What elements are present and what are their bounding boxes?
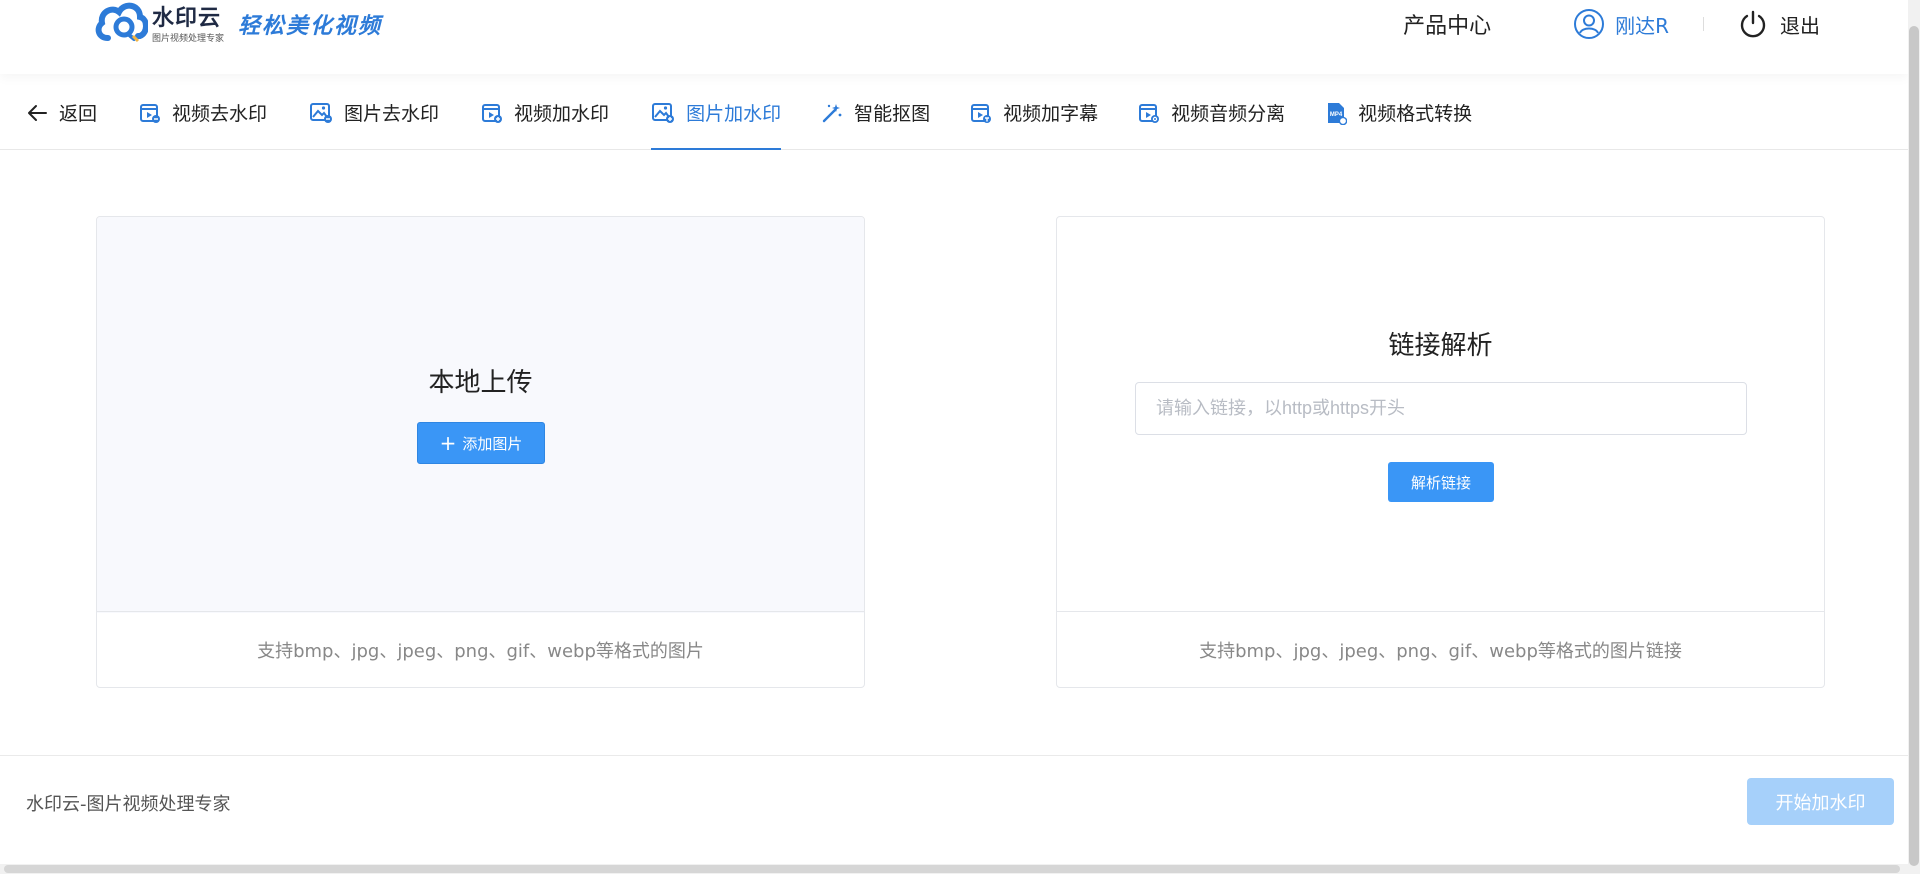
video-add-icon xyxy=(482,103,503,123)
link-url-input[interactable] xyxy=(1135,382,1747,435)
footer-brand-text: 水印云-图片视频处理专家 xyxy=(26,794,231,815)
add-image-label: 添加图片 xyxy=(462,434,523,453)
tab-label: 图片去水印 xyxy=(344,103,440,125)
svg-text:MP4: MP4 xyxy=(1330,112,1343,118)
logo[interactable]: 水印云 图片视频处理专家 轻松美化视频 xyxy=(94,0,382,50)
image-add-icon xyxy=(652,102,675,123)
logo-brand: 水印云 xyxy=(152,6,222,31)
horizontal-scrollbar[interactable] xyxy=(0,864,1908,874)
image-icon xyxy=(310,102,333,123)
tab-video-subtitle[interactable]: 视频加字幕 xyxy=(970,76,1098,150)
tab-smart-cutout[interactable]: 智能抠图 xyxy=(821,76,930,150)
tool-tabs: 返回 视频去水印 图片去水印 视频加水印 图片加水印 智能抠图 视频加字幕 视频… xyxy=(0,76,1908,150)
parse-link-button[interactable]: 解析链接 xyxy=(1388,462,1494,502)
mp4-file-icon: MP4 xyxy=(1328,102,1348,125)
user-name: 刚达R xyxy=(1615,13,1669,38)
tab-video-audio-split[interactable]: 视频音频分离 xyxy=(1138,76,1285,150)
tab-label: 图片加水印 xyxy=(686,103,782,125)
tab-label: 视频加水印 xyxy=(514,103,610,125)
tab-label: 视频去水印 xyxy=(172,103,268,125)
product-center-link[interactable]: 产品中心 xyxy=(1403,8,1491,40)
bottom-action-bar: 水印云-图片视频处理专家 开始加水印 xyxy=(0,755,1908,865)
vertical-scrollbar[interactable] xyxy=(1908,0,1920,874)
video-audio-icon xyxy=(1139,103,1160,123)
video-subtitle-icon xyxy=(971,103,992,123)
add-image-button[interactable]: + 添加图片 xyxy=(417,422,545,464)
link-parse-panel: 链接解析 解析链接 支持bmp、jpg、jpeg、png、gif、webp等格式… xyxy=(1056,216,1825,688)
upload-dropzone[interactable]: 本地上传 + 添加图片 xyxy=(97,217,864,613)
link-parse-title: 链接解析 xyxy=(1388,331,1493,361)
tab-label: 视频加字幕 xyxy=(1003,103,1099,125)
cloud-logo-icon xyxy=(94,0,149,46)
local-upload-panel: 本地上传 + 添加图片 支持bmp、jpg、jpeg、png、gif、webp等… xyxy=(96,216,865,688)
header-divider xyxy=(1703,17,1704,31)
horizontal-scrollbar-thumb[interactable] xyxy=(4,865,1900,873)
tab-image-remove-watermark[interactable]: 图片去水印 xyxy=(309,76,439,150)
tab-image-add-watermark[interactable]: 图片加水印 xyxy=(651,76,782,150)
tab-video-format-convert[interactable]: MP4 视频格式转换 xyxy=(1325,76,1472,150)
video-icon xyxy=(140,103,161,123)
tab-video-remove-watermark[interactable]: 视频去水印 xyxy=(139,76,267,150)
upload-title: 本地上传 xyxy=(428,368,533,398)
tab-label: 返回 xyxy=(59,103,98,125)
power-icon xyxy=(1740,10,1766,38)
vertical-scrollbar-thumb[interactable] xyxy=(1909,26,1919,866)
user-icon xyxy=(1574,9,1605,39)
plus-icon: + xyxy=(439,431,457,455)
logo-slogan: 轻松美化视频 xyxy=(238,13,383,39)
logo-subtitle: 图片视频处理专家 xyxy=(152,34,225,44)
logout-button[interactable]: 退出 xyxy=(1738,9,1820,39)
link-format-note: 支持bmp、jpg、jpeg、png、gif、webp等格式的图片链接 xyxy=(1057,611,1824,687)
tab-video-add-watermark[interactable]: 视频加水印 xyxy=(481,76,609,150)
start-watermark-button[interactable]: 开始加水印 xyxy=(1747,778,1894,825)
upload-format-note: 支持bmp、jpg、jpeg、png、gif、webp等格式的图片 xyxy=(97,611,864,687)
arrow-left-icon xyxy=(28,104,47,121)
tab-label: 智能抠图 xyxy=(854,103,931,125)
user-menu[interactable]: 刚达R xyxy=(1573,8,1669,40)
tab-back[interactable]: 返回 xyxy=(26,76,97,150)
tab-label: 视频音频分离 xyxy=(1171,103,1286,125)
tab-label: 视频格式转换 xyxy=(1358,103,1473,125)
top-header: 水印云 图片视频处理专家 轻松美化视频 产品中心 刚达R 退出 xyxy=(0,0,1908,74)
logout-label: 退出 xyxy=(1780,13,1820,38)
magic-wand-icon xyxy=(822,103,842,122)
